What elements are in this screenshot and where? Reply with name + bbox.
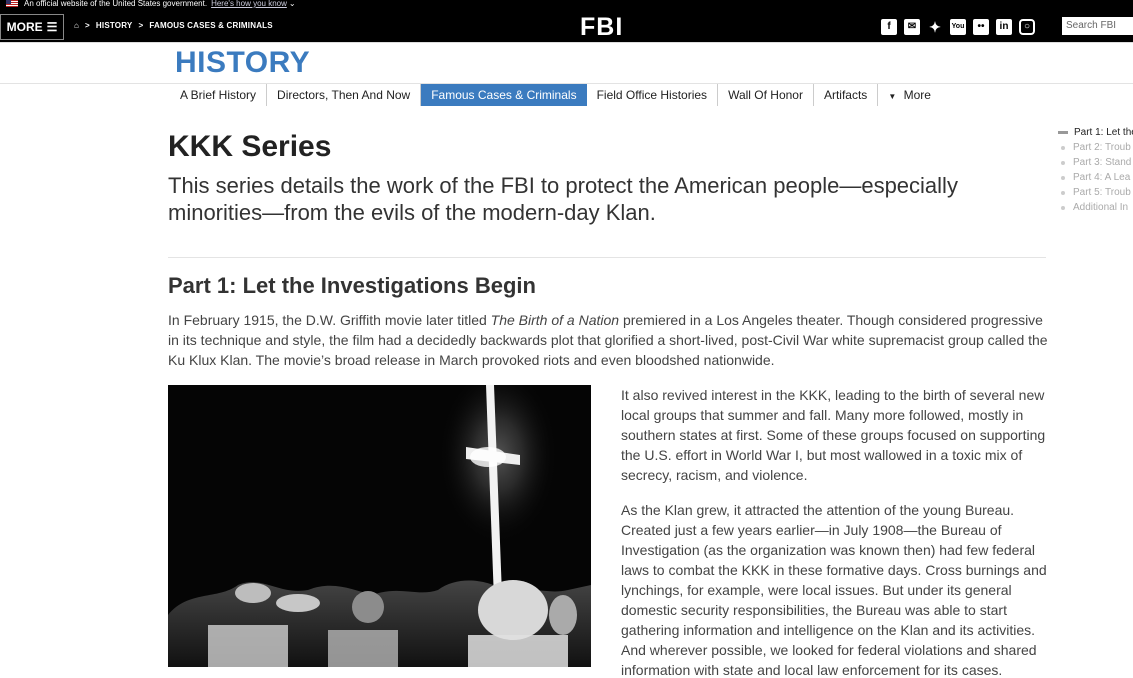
email-icon[interactable]: ✉ (904, 19, 920, 35)
toc-item[interactable]: Part 5: Troub (1058, 185, 1133, 200)
film-title: The Birth of a Nation (490, 312, 620, 328)
site-header: MORE ☰ ⌂ > HISTORY > FAMOUS CASES & CRIM… (0, 12, 1133, 42)
body-paragraph: It also revived interest in the KKK, lea… (621, 387, 1046, 483)
subnav-directors[interactable]: Directors, Then And Now (267, 84, 422, 106)
toc-marker (1061, 160, 1065, 165)
subnav-more[interactable]: ▼ More (878, 84, 941, 106)
toc-marker (1061, 190, 1065, 195)
cross-burning-photo (168, 385, 591, 667)
breadcrumb-separator: > (85, 21, 90, 30)
gov-banner: An official website of the United States… (0, 0, 1133, 12)
toc-label: Part 5: Troub (1073, 187, 1131, 198)
section-title[interactable]: HISTORY (175, 46, 310, 80)
content-divider (168, 257, 1046, 258)
breadcrumb-separator: > (138, 21, 144, 30)
toc-item[interactable]: Part 1: Let the (1058, 125, 1133, 140)
subnav-field-office-histories[interactable]: Field Office Histories (587, 84, 719, 106)
cross-burning-image (168, 385, 591, 667)
instagram-icon[interactable]: ○ (1019, 19, 1035, 35)
toc-marker (1061, 205, 1065, 210)
breadcrumb: ⌂ > HISTORY > FAMOUS CASES & CRIMINALS (74, 21, 273, 30)
home-icon[interactable]: ⌂ (74, 21, 79, 30)
more-label: MORE (6, 20, 43, 34)
toc-item[interactable]: Part 4: A Lea (1058, 170, 1133, 185)
youtube-icon[interactable]: You (950, 19, 966, 35)
toc-item[interactable]: Part 2: Troub (1058, 140, 1133, 155)
flickr-icon[interactable]: •• (973, 19, 989, 35)
more-menu-button[interactable]: MORE ☰ (0, 14, 64, 40)
social-links: f ✉ ✦ You •• in ○ (881, 19, 1035, 35)
subnav-brief-history[interactable]: A Brief History (170, 84, 268, 106)
intro-text: In February 1915, the D.W. Griffith movi… (168, 312, 491, 328)
section-subnav: A Brief History Directors, Then And Now … (170, 84, 941, 106)
part-heading: Part 1: Let the Investigations Begin (168, 273, 536, 298)
subnav-wall-of-honor[interactable]: Wall Of Honor (718, 84, 814, 106)
us-flag-icon (6, 0, 18, 7)
gov-banner-text: An official website of the United States… (24, 0, 208, 8)
page-toc: Part 1: Let the Part 2: Troub Part 3: St… (1058, 125, 1133, 215)
toc-item[interactable]: Part 3: Stand (1058, 155, 1133, 170)
page-title: KKK Series (168, 130, 332, 163)
fbi-logo[interactable]: FBI (580, 13, 623, 42)
subnav-famous-cases[interactable]: Famous Cases & Criminals (421, 84, 587, 106)
intro-paragraph: In February 1915, the D.W. Griffith movi… (168, 310, 1048, 370)
toc-label: Part 1: Let the (1074, 127, 1133, 138)
hamburger-icon: ☰ (46, 20, 58, 34)
toc-marker (1061, 145, 1065, 150)
toc-marker (1061, 175, 1065, 180)
linkedin-icon[interactable]: in (996, 19, 1012, 35)
subnav-artifacts[interactable]: Artifacts (814, 84, 879, 106)
breadcrumb-history[interactable]: HISTORY (96, 21, 133, 30)
header-divider (0, 42, 1133, 43)
breadcrumb-famous-cases[interactable]: FAMOUS CASES & CRIMINALS (149, 21, 272, 30)
body-paragraph: As the Klan grew, it attracted the atten… (621, 502, 1047, 678)
toc-label: Part 3: Stand (1073, 157, 1132, 168)
toc-label: Part 2: Troub (1073, 142, 1131, 153)
toc-item[interactable]: Additional In (1058, 200, 1133, 215)
page-lead: This series details the work of the FBI … (168, 173, 958, 225)
toc-label: Part 4: A Lea (1073, 172, 1131, 183)
toc-marker (1058, 131, 1068, 134)
chevron-down-icon[interactable]: ⌄ (289, 0, 296, 8)
facebook-icon[interactable]: f (881, 19, 897, 35)
caret-down-icon: ▼ (888, 92, 897, 101)
twitter-icon[interactable]: ✦ (927, 19, 943, 35)
toc-label: Additional In (1073, 202, 1129, 213)
heres-how-you-know-link[interactable]: Here's how you know (211, 0, 287, 8)
subnav-more-label: More (903, 88, 931, 102)
search-input[interactable]: Search FBI (1062, 17, 1133, 35)
